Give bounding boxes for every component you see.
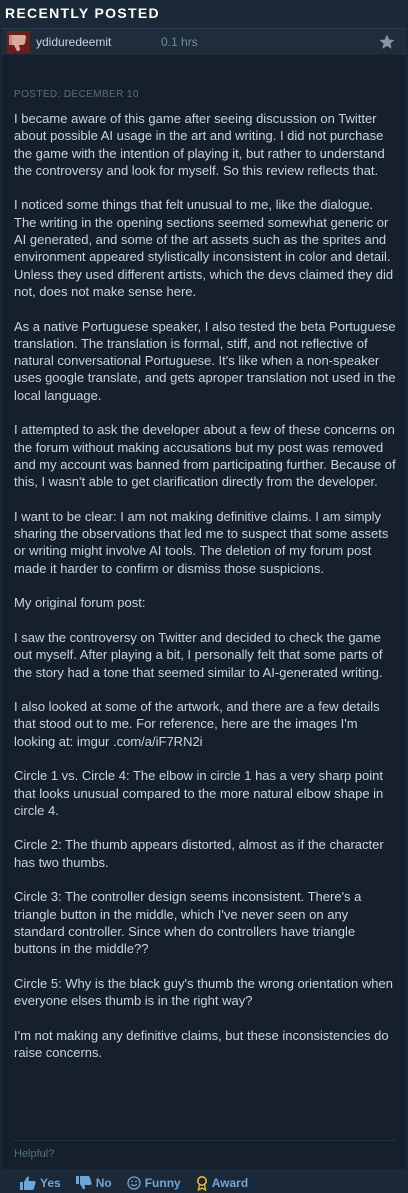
review-body: I became aware of this game after seeing… — [14, 110, 396, 1079]
vote-no-button[interactable]: No — [75, 1176, 112, 1190]
review-paragraph: Circle 1 vs. Circle 4: The elbow in circ… — [14, 768, 384, 818]
posted-date: POSTED: DECEMBER 10 — [14, 89, 139, 100]
vote-yes-label: Yes — [40, 1176, 61, 1190]
review-paragraph: I'm not making any definitive claims, bu… — [14, 1027, 389, 1061]
review-paragraph: I also looked at some of the artwork, an… — [14, 699, 380, 749]
review-paragraph: I want to be clear: I am not making defi… — [14, 508, 389, 576]
vote-funny-button[interactable]: Funny — [127, 1176, 181, 1190]
vote-no-label: No — [95, 1176, 112, 1190]
award-label: Award — [211, 1176, 249, 1190]
review-paragraph: I saw the controversy on Twitter and dec… — [14, 629, 383, 680]
thumbs-up-icon — [20, 1176, 36, 1190]
section-title: RECENTLY POSTED — [0, 0, 408, 28]
hours-played: 0.1 hrs — [161, 35, 198, 49]
review-card: ydiduredeemit 0.1 hrs POSTED: DECEMBER 1… — [2, 28, 406, 1191]
reviewer-bar: ydiduredeemit 0.1 hrs — [2, 28, 406, 55]
review-paragraph: As a native Portuguese speaker, I also t… — [14, 318, 396, 403]
review-paragraph: My original forum post: — [14, 595, 146, 611]
review-paragraph: I became aware of this game after seeing… — [14, 111, 385, 178]
smiley-icon — [127, 1176, 141, 1190]
review-paragraph: Circle 5: Why is the black guy's thumb t… — [14, 975, 393, 1009]
divider — [14, 1140, 396, 1141]
review-paragraph: I attempted to ask the developer about a… — [14, 422, 396, 490]
review-paragraph: Circle 2: The thumb appears distorted, a… — [14, 837, 384, 870]
vote-funny-label: Funny — [144, 1176, 181, 1190]
star-icon[interactable] — [378, 33, 396, 51]
helpful-label: Helpful? — [14, 1148, 55, 1160]
review-paragraph: I noticed some things that felt unusual … — [14, 197, 394, 299]
award-button[interactable]: Award — [196, 1175, 249, 1191]
vote-yes-button[interactable]: Yes — [20, 1176, 61, 1190]
vote-actions: Yes No Funny Award — [20, 1173, 263, 1193]
review-paragraph: Circle 3: The controller design seems in… — [14, 889, 362, 957]
reviewer-name[interactable]: ydiduredeemit — [36, 29, 111, 55]
award-icon — [196, 1175, 207, 1191]
thumbs-down-icon — [7, 31, 30, 53]
thumbs-down-icon — [75, 1176, 92, 1190]
